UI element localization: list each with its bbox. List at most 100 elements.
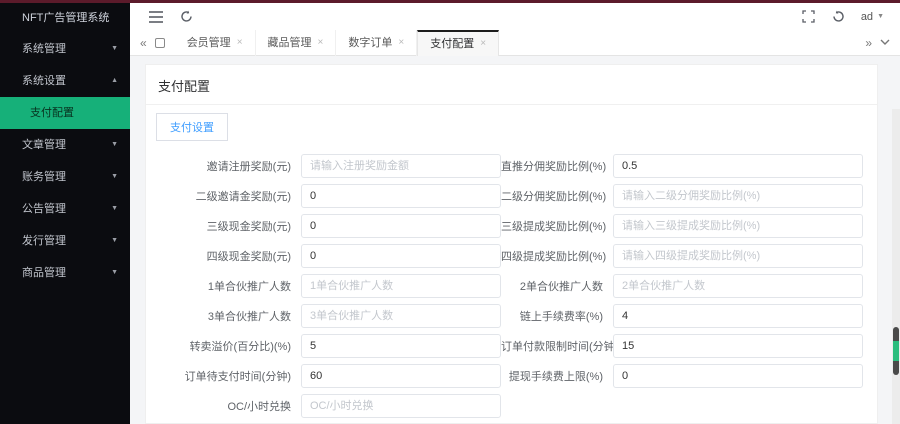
chevron-down-icon: ▼ [111, 33, 118, 65]
field-input-7-r[interactable] [613, 364, 863, 388]
form-row-7: 订单待支付时间(分钟)提现手续费上限(%) [146, 361, 877, 391]
refresh-icon[interactable] [178, 9, 194, 25]
page-card: 支付配置 支付设置 邀请注册奖励(元)直推分佣奖励比例(%) 二级邀请金奖励(元)… [145, 64, 878, 424]
sidebar-item-label: 商品管理 [22, 267, 66, 279]
field-input-4-l[interactable] [301, 274, 501, 298]
close-icon[interactable]: × [398, 31, 404, 55]
form-row-8: OC/小时兑换 [146, 391, 877, 421]
dashboard-icon[interactable] [155, 38, 165, 48]
tag-label: 支付配置 [430, 33, 474, 55]
sidebar-item-3[interactable]: 文章管理 ▼ [0, 129, 130, 161]
input-wrap [613, 244, 863, 268]
field-input-8-l[interactable] [301, 394, 501, 418]
field-label: 2单合伙推广人数 [501, 278, 613, 294]
field-label: 三级现金奖励(元) [146, 218, 301, 234]
tags-scroll-left-icon[interactable]: « [130, 36, 155, 50]
tags-scroll-right-icon[interactable]: » [865, 36, 872, 50]
content-area: 支付配置 支付设置 邀请注册奖励(元)直推分佣奖励比例(%) 二级邀请金奖励(元)… [130, 56, 900, 424]
main-area: ad ▼ « 会员管理×藏品管理×数字订单×支付配置× » 支付配置 支付设置 [130, 3, 900, 424]
input-wrap [613, 334, 863, 358]
scrollbar-track[interactable] [892, 109, 900, 424]
title-divider [146, 104, 877, 105]
field-input-6-r[interactable] [613, 334, 863, 358]
chevron-down-icon: ▼ [111, 193, 118, 225]
input-wrap [613, 154, 863, 178]
page-title: 支付配置 [146, 65, 877, 104]
chevron-up-icon: ▲ [111, 65, 118, 97]
close-icon[interactable]: × [318, 31, 324, 55]
tab-payment-settings[interactable]: 支付设置 [156, 113, 228, 141]
sidebar-item-5[interactable]: 公告管理 ▼ [0, 193, 130, 225]
field-input-5-l[interactable] [301, 304, 501, 328]
tags-view-bar: « 会员管理×藏品管理×数字订单×支付配置× » [130, 30, 900, 56]
sidebar-item-label: 系统设置 [22, 75, 66, 87]
tags-menu-chevron-icon[interactable] [880, 39, 890, 46]
input-wrap [301, 394, 501, 418]
sidebar-item-1[interactable]: 系统设置 ▲ [0, 65, 130, 97]
chevron-down-icon: ▼ [111, 225, 118, 257]
tag-label: 会员管理 [187, 31, 231, 55]
input-wrap [301, 304, 501, 328]
sidebar-item-label: 发行管理 [22, 235, 66, 247]
field-input-2-l[interactable] [301, 214, 501, 238]
field-input-2-r[interactable] [613, 214, 863, 238]
field-input-3-l[interactable] [301, 244, 501, 268]
sidebar-item-label: 账务管理 [22, 171, 66, 183]
form-row-4: 1单合伙推广人数 2单合伙推广人数 [146, 271, 877, 301]
field-input-7-l[interactable] [301, 364, 501, 388]
sidebar-item-7[interactable]: 商品管理▼ [0, 257, 130, 289]
field-label: 链上手续费率(%) [501, 308, 613, 324]
field-input-5-r[interactable] [613, 304, 863, 328]
fullscreen-icon[interactable] [801, 9, 817, 25]
input-wrap [301, 154, 501, 178]
field-label: 二级分佣奖励比例(%) [501, 188, 613, 204]
sidebar-item-2[interactable]: 支付配置 [0, 97, 130, 129]
scrollbar-marker [893, 341, 899, 361]
clear-cache-icon[interactable] [831, 9, 847, 25]
user-menu[interactable]: ad ▼ [861, 11, 884, 23]
close-icon[interactable]: × [237, 31, 243, 55]
sidebar-item-label: 文章管理 [22, 139, 66, 151]
chevron-down-icon: ▼ [111, 129, 118, 161]
form-row-2: 三级现金奖励(元) 三级提成奖励比例(%) [146, 211, 877, 241]
top-navbar: ad ▼ [130, 3, 900, 30]
sidebar-item-4[interactable]: 账务管理▼ [0, 161, 130, 193]
sidebar-item-0[interactable]: 系统管理▼ [0, 33, 130, 65]
field-input-0-l[interactable] [301, 154, 501, 178]
input-wrap [301, 364, 501, 388]
input-wrap [613, 304, 863, 328]
field-input-3-r[interactable] [613, 244, 863, 268]
field-label: 三级提成奖励比例(%) [501, 218, 613, 234]
field-input-4-r[interactable] [613, 274, 863, 298]
field-label: 四级提成奖励比例(%) [501, 248, 613, 264]
tag-tab-1[interactable]: 藏品管理× [256, 30, 337, 56]
field-input-6-l[interactable] [301, 334, 501, 358]
input-wrap [613, 364, 863, 388]
tag-tab-0[interactable]: 会员管理× [175, 30, 256, 56]
sidebar-menu: 系统管理▼系统设置▲支付配置文章管理▼账务管理▼公告管理▼发行管理▼商品管理▼ [0, 33, 130, 289]
sidebar-item-6[interactable]: 发行管理 ▼ [0, 225, 130, 257]
field-label: 订单付款限制时间(分钟) [501, 338, 613, 354]
sidebar-item-label: 公告管理 [22, 203, 66, 215]
input-wrap [301, 274, 501, 298]
form-row-3: 四级现金奖励(元) 四级提成奖励比例(%) [146, 241, 877, 271]
sidebar: NFT广告管理系统 系统管理▼系统设置▲支付配置文章管理▼账务管理▼公告管理▼发… [0, 3, 130, 424]
field-label: 二级邀请金奖励(元) [146, 188, 301, 204]
field-label: 1单合伙推广人数 [146, 278, 301, 294]
field-label: 四级现金奖励(元) [146, 248, 301, 264]
field-input-1-l[interactable] [301, 184, 501, 208]
field-label: 提现手续费上限(%) [501, 368, 613, 384]
field-label: OC/小时兑换 [146, 398, 301, 414]
tag-tab-2[interactable]: 数字订单× [336, 30, 417, 56]
input-wrap [613, 184, 863, 208]
hamburger-icon[interactable] [148, 9, 164, 25]
input-wrap [613, 274, 863, 298]
field-input-0-r[interactable] [613, 154, 863, 178]
tag-tab-3[interactable]: 支付配置 × [417, 30, 499, 56]
close-icon[interactable]: × [480, 33, 486, 55]
field-label: 转卖溢价(百分比)(%) [146, 338, 301, 354]
form-row-0: 邀请注册奖励(元)直推分佣奖励比例(%) [146, 151, 877, 181]
field-input-1-r[interactable] [613, 184, 863, 208]
input-wrap [301, 334, 501, 358]
config-form: 邀请注册奖励(元)直推分佣奖励比例(%) 二级邀请金奖励(元) 二级分佣奖励比例(%… [146, 151, 877, 421]
